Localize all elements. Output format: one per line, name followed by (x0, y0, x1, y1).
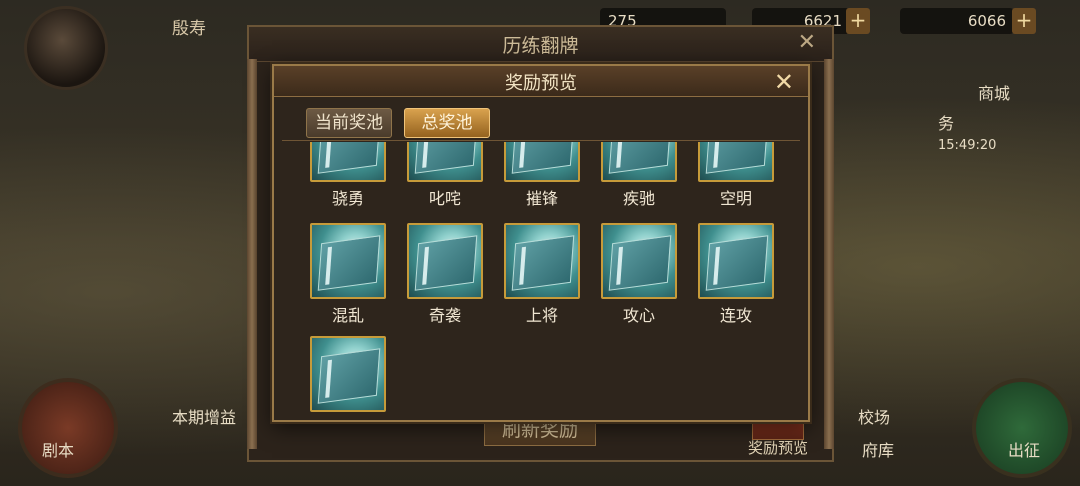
task-label: 务 (938, 114, 955, 133)
add-resource-2-button[interactable]: + (846, 8, 870, 34)
reward-item-name: 疾驰 (622, 189, 655, 208)
skill-book-icon (310, 336, 386, 412)
skill-book-icon (407, 142, 483, 182)
shop-label[interactable]: 商城 (978, 80, 1010, 104)
skill-book-icon (601, 142, 677, 182)
scroll-rod-right (824, 59, 834, 449)
skill-book-icon (310, 142, 386, 182)
reward-preview-title: 奖励预览 (505, 73, 577, 94)
skill-book-icon (310, 223, 386, 299)
reward-preview-modal: 奖励预览 ✕ 当前奖池 总奖池 骁勇 叱咤 摧锋 疾驰 空明 混乱 奇袭 上将 … (272, 64, 810, 422)
treasury-label[interactable]: 府库 (862, 437, 894, 461)
task-timer: 15:49:20 (938, 138, 997, 153)
reward-item[interactable]: 攻心 (601, 223, 677, 325)
resource-counter-3: 6066 (900, 8, 1014, 34)
scenario-label: 剧本 (42, 441, 75, 460)
skill-book-icon (601, 223, 677, 299)
add-resource-3-button[interactable]: + (1012, 8, 1036, 34)
scenario-button[interactable] (18, 378, 118, 478)
player-avatar[interactable] (24, 6, 108, 90)
reward-item[interactable]: 叱咤 (407, 142, 483, 208)
skill-book-icon (407, 223, 483, 299)
reward-preview-header: 奖励预览 ✕ (274, 66, 808, 97)
tab-total-pool[interactable]: 总奖池 (404, 108, 490, 138)
reward-item[interactable]: 连攻 (698, 223, 774, 325)
reward-item-name: 叱咤 (428, 189, 461, 208)
reward-item-name: 上将 (525, 306, 558, 325)
reward-item-name: 攻心 (622, 306, 655, 325)
reward-item-name: 奇袭 (428, 306, 461, 325)
expedition-label: 出征 (1008, 441, 1041, 460)
reward-preview-close-icon[interactable]: ✕ (774, 68, 794, 96)
player-name: 殷寿 (172, 19, 206, 39)
tab-current-pool[interactable]: 当前奖池 (306, 108, 392, 138)
reward-item[interactable]: 摧锋 (504, 142, 580, 208)
tab-divider (282, 140, 800, 141)
training-ground-label[interactable]: 校场 (858, 404, 890, 428)
reward-item[interactable]: 上将 (504, 223, 580, 325)
reward-item[interactable]: 空明 (698, 142, 774, 208)
reward-grid[interactable]: 骁勇 叱咤 摧锋 疾驰 空明 混乱 奇袭 上将 攻心 连攻 (276, 142, 806, 420)
reward-item-name: 混乱 (331, 306, 364, 325)
scroll-rod-left (247, 59, 257, 449)
reward-preview-label[interactable]: 奖励预览 (748, 437, 808, 458)
reward-item[interactable]: 骁勇 (310, 142, 386, 208)
reward-item[interactable]: 奇袭 (407, 223, 483, 325)
skill-book-icon (504, 142, 580, 182)
reward-item-name: 摧锋 (525, 189, 558, 208)
reward-item[interactable]: 混乱 (310, 223, 386, 325)
reward-item-name: 空明 (719, 189, 752, 208)
skill-book-icon (698, 223, 774, 299)
skill-book-icon (504, 223, 580, 299)
expedition-button[interactable] (972, 378, 1072, 478)
reward-item-name: 连攻 (719, 306, 752, 325)
reward-item-name: 骁勇 (331, 189, 364, 208)
reward-item-name: 连攻 (310, 415, 386, 420)
reward-item[interactable]: 连攻 (310, 336, 386, 420)
card-flip-header: 历练翻牌 ✕ (249, 27, 832, 62)
skill-book-icon (698, 142, 774, 182)
reward-item[interactable]: 疾驰 (601, 142, 677, 208)
card-flip-close-icon[interactable]: ✕ (798, 30, 816, 55)
card-flip-title: 历练翻牌 (502, 35, 579, 57)
period-buff-label[interactable]: 本期增益 (172, 404, 236, 428)
